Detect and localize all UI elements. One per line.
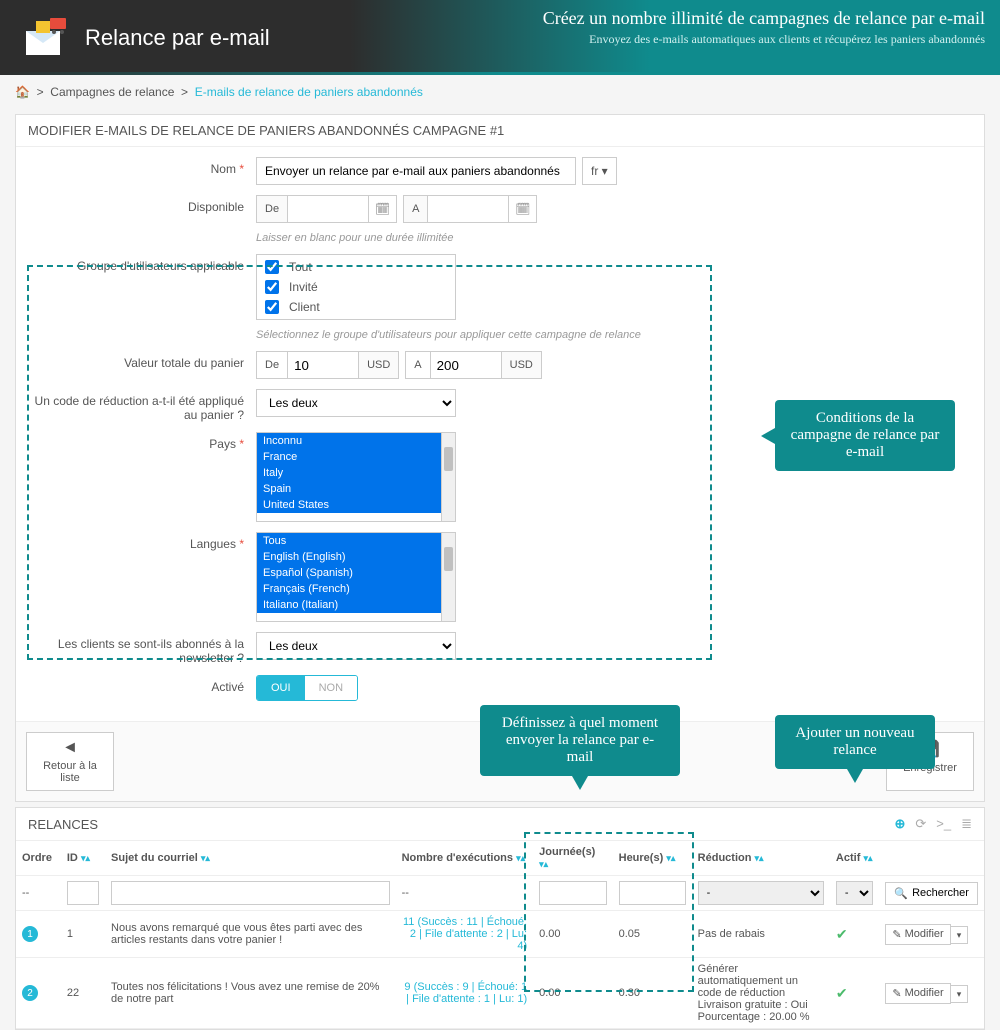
country-multiselect[interactable]: Inconnu France Italy Spain United States [256, 432, 456, 522]
add-icon[interactable]: ⊕ [894, 816, 905, 832]
cart-from[interactable]: DeUSD [256, 351, 399, 379]
callout-timing: Définissez à quel moment envoyer la rela… [480, 705, 680, 776]
row-order-badge[interactable]: 2 [22, 985, 38, 1001]
filter-days[interactable] [539, 881, 607, 905]
search-button[interactable]: 🔍Rechercher [885, 882, 978, 905]
breadcrumb: 🏠 > Campagnes de relance > E-mails de re… [0, 75, 1000, 109]
filter-id[interactable] [67, 881, 99, 905]
label-discount-applied: Un code de réduction a-t-il été appliqué… [26, 389, 256, 422]
header-promo-title: Créez un nombre illimité de campagnes de… [543, 8, 985, 29]
label-group: Groupe d'utilisateurs applicable [26, 254, 256, 273]
breadcrumb-current[interactable]: E-mails de relance de paniers abandonnés [195, 85, 423, 99]
calendar-icon[interactable]: 🗓 [508, 196, 536, 222]
date-from[interactable]: De🗓 [256, 195, 397, 223]
panel-heading: MODIFIER E-MAILS DE RELANCE DE PANIERS A… [16, 115, 984, 147]
back-button[interactable]: ◄Retour à la liste [26, 732, 114, 791]
label-name: Nom * [26, 157, 256, 176]
row-order-badge[interactable]: 1 [22, 926, 38, 942]
breadcrumb-level[interactable]: Campagnes de relance [50, 85, 174, 99]
name-input[interactable] [256, 157, 576, 185]
active-check-icon[interactable]: ✔ [830, 911, 879, 958]
row-dropdown[interactable]: ▾ [951, 926, 969, 944]
col-discount[interactable]: Réduction ▾▴ [692, 841, 830, 876]
header-promo-sub: Envoyez des e-mails automatiques aux cli… [543, 32, 985, 47]
col-id[interactable]: ID ▾▴ [61, 841, 105, 876]
callout-conditions: Conditions de la campagne de relance par… [775, 400, 955, 471]
col-days[interactable]: Journée(s) ▾▴ [533, 841, 613, 876]
sql-icon[interactable]: >_ [936, 816, 951, 832]
table-row: 1 1 Nous avons remarqué que vous êtes pa… [16, 911, 984, 958]
col-hours[interactable]: Heure(s) ▾▴ [613, 841, 692, 876]
discount-applied-select[interactable]: Les deux [256, 389, 456, 417]
enabled-toggle[interactable]: OUI NON [256, 675, 358, 701]
header-title: Relance par e-mail [85, 25, 270, 51]
label-newsletter: Les clients se sont-ils abonnés à la new… [26, 632, 256, 665]
cart-to[interactable]: AUSD [405, 351, 542, 379]
pencil-icon: ✎ [892, 928, 901, 941]
col-active[interactable]: Actif ▾▴ [830, 841, 879, 876]
col-subject[interactable]: Sujet du courriel ▾▴ [105, 841, 396, 876]
edit-button[interactable]: ✎Modifier [885, 983, 950, 1004]
col-runs[interactable]: Nombre d'exécutions ▾▴ [396, 841, 534, 876]
calendar-icon[interactable]: 🗓 [368, 196, 396, 222]
refresh-icon[interactable]: ⟳ [915, 816, 926, 832]
label-available: Disponible [26, 195, 256, 214]
newsletter-select[interactable]: Les deux [256, 632, 456, 660]
callout-add: Ajouter un nouveau relance [775, 715, 935, 769]
db-icon[interactable]: ≣ [961, 816, 972, 832]
group-help: Sélectionnez le groupe d'utilisateurs po… [256, 329, 974, 341]
home-icon[interactable]: 🏠 [15, 85, 30, 99]
filter-hours[interactable] [619, 881, 686, 905]
label-country: Pays * [26, 432, 256, 451]
cb-all[interactable] [265, 260, 279, 274]
edit-button[interactable]: ✎Modifier [885, 924, 950, 945]
back-icon: ◄ [62, 739, 78, 757]
label-enabled: Activé [26, 675, 256, 694]
active-check-icon[interactable]: ✔ [830, 958, 879, 1029]
available-help: Laisser en blanc pour une durée illimité… [256, 232, 974, 244]
search-icon: 🔍 [894, 887, 908, 900]
cb-guest[interactable] [265, 280, 279, 294]
cb-client[interactable] [265, 300, 279, 314]
pencil-icon: ✎ [892, 987, 901, 1000]
relances-title: RELANCES [28, 817, 98, 832]
header: Relance par e-mail Créez un nombre illim… [0, 0, 1000, 75]
label-cart-value: Valeur totale du panier [26, 351, 256, 370]
col-order: Ordre [16, 841, 61, 876]
filter-active[interactable]: - [836, 881, 873, 905]
filter-discount[interactable]: - [698, 881, 824, 905]
group-checkbox-list: Tout Invité Client [256, 254, 456, 320]
header-promo: Créez un nombre illimité de campagnes de… [543, 8, 985, 47]
lang-dropdown[interactable]: fr ▾ [582, 157, 617, 185]
relances-panel: RELANCES ⊕ ⟳ >_ ≣ Ordre ID ▾▴ Sujet du c… [15, 807, 985, 1030]
table-toolbar: ⊕ ⟳ >_ ≣ [894, 816, 972, 832]
filter-subject[interactable] [111, 881, 390, 905]
table-row: 2 22 Toutes nos félicitations ! Vous ave… [16, 958, 984, 1029]
date-to[interactable]: A🗓 [403, 195, 537, 223]
language-multiselect[interactable]: Tous English (English) Español (Spanish)… [256, 532, 456, 622]
label-languages: Langues * [26, 532, 256, 551]
mail-cart-icon [20, 13, 70, 63]
